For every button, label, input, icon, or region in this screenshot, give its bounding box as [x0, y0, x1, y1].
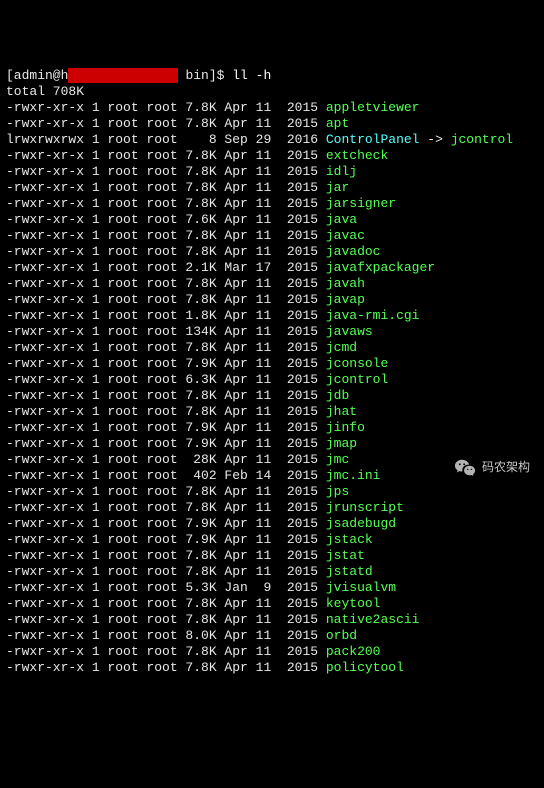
file-name: jps — [326, 484, 349, 499]
file-name: jmc.ini — [326, 468, 381, 483]
file-name: javafxpackager — [326, 260, 435, 275]
file-name: orbd — [326, 628, 357, 643]
file-link-target: jcontrol — [451, 132, 513, 147]
watermark-text: 码农架构 — [482, 460, 530, 476]
file-row: -rwxr-xr-x 1 root root 7.8K Apr 11 2015 … — [6, 500, 538, 516]
file-row: -rwxr-xr-x 1 root root 7.9K Apr 11 2015 … — [6, 516, 538, 532]
file-name: jstatd — [326, 564, 373, 579]
file-name: native2ascii — [326, 612, 420, 627]
file-name: policytool — [326, 660, 404, 675]
file-row: -rwxr-xr-x 1 root root 7.8K Apr 11 2015 … — [6, 644, 538, 660]
file-row: -rwxr-xr-x 1 root root 1.8K Apr 11 2015 … — [6, 308, 538, 324]
file-row: -rwxr-xr-x 1 root root 134K Apr 11 2015 … — [6, 324, 538, 340]
file-row: -rwxr-xr-x 1 root root 7.8K Apr 11 2015 … — [6, 148, 538, 164]
file-row: -rwxr-xr-x 1 root root 7.8K Apr 11 2015 … — [6, 596, 538, 612]
file-name: ControlPanel — [326, 132, 420, 147]
file-name: jinfo — [326, 420, 365, 435]
file-row: -rwxr-xr-x 1 root root 7.8K Apr 11 2015 … — [6, 100, 538, 116]
file-row: -rwxr-xr-x 1 root root 7.8K Apr 11 2015 … — [6, 660, 538, 676]
file-name: jmap — [326, 436, 357, 451]
terminal-output[interactable]: [admin@h██████████████ bin]$ ll -htotal … — [6, 68, 538, 676]
file-name: jmc — [326, 452, 349, 467]
file-name: jstack — [326, 532, 373, 547]
file-row: -rwxr-xr-x 1 root root 7.8K Apr 11 2015 … — [6, 564, 538, 580]
file-row: -rwxr-xr-x 1 root root 7.8K Apr 11 2015 … — [6, 196, 538, 212]
prompt-command: ll -h — [232, 68, 271, 83]
file-row: -rwxr-xr-x 1 root root 7.8K Apr 11 2015 … — [6, 180, 538, 196]
file-row: -rwxr-xr-x 1 root root 7.8K Apr 11 2015 … — [6, 116, 538, 132]
file-row: -rwxr-xr-x 1 root root 7.9K Apr 11 2015 … — [6, 420, 538, 436]
file-name: jvisualvm — [326, 580, 396, 595]
prompt-line: [admin@h██████████████ bin]$ ll -h — [6, 68, 538, 84]
file-row: -rwxr-xr-x 1 root root 7.8K Apr 11 2015 … — [6, 388, 538, 404]
file-name: extcheck — [326, 148, 388, 163]
file-name: keytool — [326, 596, 381, 611]
file-name: jcontrol — [326, 372, 388, 387]
file-name: jstat — [326, 548, 365, 563]
file-name: jdb — [326, 388, 349, 403]
file-row: -rwxr-xr-x 1 root root 5.3K Jan 9 2015 j… — [6, 580, 538, 596]
file-row: -rwxr-xr-x 1 root root 7.8K Apr 11 2015 … — [6, 340, 538, 356]
file-row: lrwxrwxrwx 1 root root 8 Sep 29 2016 Con… — [6, 132, 538, 148]
file-name: java — [326, 212, 357, 227]
file-row: -rwxr-xr-x 1 root root 7.8K Apr 11 2015 … — [6, 404, 538, 420]
file-name: pack200 — [326, 644, 381, 659]
file-row: -rwxr-xr-x 1 root root 7.9K Apr 11 2015 … — [6, 532, 538, 548]
file-name: java-rmi.cgi — [326, 308, 420, 323]
file-name: jarsigner — [326, 196, 396, 211]
file-row: -rwxr-xr-x 1 root root 2.1K Mar 17 2015 … — [6, 260, 538, 276]
file-row: -rwxr-xr-x 1 root root 7.8K Apr 11 2015 … — [6, 244, 538, 260]
file-name: jar — [326, 180, 349, 195]
file-name: jsadebugd — [326, 516, 396, 531]
file-row: -rwxr-xr-x 1 root root 7.8K Apr 11 2015 … — [6, 276, 538, 292]
file-row: -rwxr-xr-x 1 root root 7.9K Apr 11 2015 … — [6, 436, 538, 452]
file-row: -rwxr-xr-x 1 root root 7.8K Apr 11 2015 … — [6, 612, 538, 628]
watermark: 码农架构 — [454, 457, 530, 479]
file-row: -rwxr-xr-x 1 root root 7.8K Apr 11 2015 … — [6, 164, 538, 180]
file-name: jrunscript — [326, 500, 404, 515]
file-row: -rwxr-xr-x 1 root root 7.8K Apr 11 2015 … — [6, 484, 538, 500]
wechat-icon — [454, 457, 476, 479]
file-row: -rwxr-xr-x 1 root root 8.0K Apr 11 2015 … — [6, 628, 538, 644]
file-name: javaws — [326, 324, 373, 339]
file-name: appletviewer — [326, 100, 420, 115]
file-row: -rwxr-xr-x 1 root root 7.8K Apr 11 2015 … — [6, 228, 538, 244]
file-row: -rwxr-xr-x 1 root root 7.9K Apr 11 2015 … — [6, 356, 538, 372]
total-line: total 708K — [6, 84, 538, 100]
file-row: -rwxr-xr-x 1 root root 7.8K Apr 11 2015 … — [6, 548, 538, 564]
file-row: -rwxr-xr-x 1 root root 7.6K Apr 11 2015 … — [6, 212, 538, 228]
file-row: -rwxr-xr-x 1 root root 7.8K Apr 11 2015 … — [6, 292, 538, 308]
file-name: jhat — [326, 404, 357, 419]
file-name: jcmd — [326, 340, 357, 355]
prompt-redacted: ██████████████ — [68, 68, 177, 83]
file-name: idlj — [326, 164, 357, 179]
file-name: javah — [326, 276, 365, 291]
prompt-suffix: bin]$ — [178, 68, 233, 83]
file-name: javac — [326, 228, 365, 243]
file-name: javadoc — [326, 244, 381, 259]
prompt-user: [admin@h — [6, 68, 68, 83]
file-row: -rwxr-xr-x 1 root root 6.3K Apr 11 2015 … — [6, 372, 538, 388]
file-name: apt — [326, 116, 349, 131]
file-name: jconsole — [326, 356, 388, 371]
file-name: javap — [326, 292, 365, 307]
